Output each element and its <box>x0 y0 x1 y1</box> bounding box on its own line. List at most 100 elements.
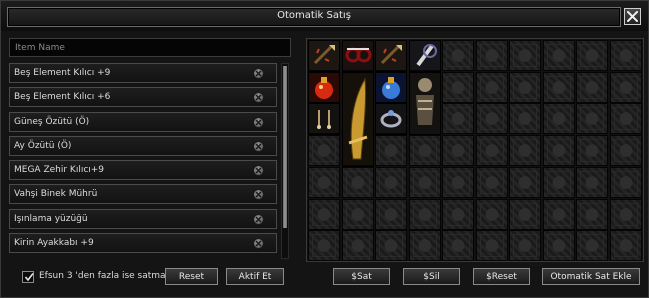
earrings-icon[interactable] <box>308 103 340 136</box>
inventory-slot[interactable] <box>542 198 575 230</box>
ring-icon <box>376 104 406 134</box>
inventory-slot[interactable] <box>576 40 608 71</box>
inventory-slot[interactable] <box>475 103 508 135</box>
remove-item-button[interactable] <box>253 238 264 249</box>
inventory-slot[interactable] <box>509 166 541 198</box>
list-item[interactable]: MEGA Zehir Kılıcı+9 <box>9 160 277 180</box>
inventory-slot[interactable] <box>509 198 541 230</box>
list-item[interactable]: Beş Element Kılıcı +9 <box>9 63 277 83</box>
remove-item-button[interactable] <box>253 68 264 79</box>
inventory-slot[interactable] <box>442 40 474 71</box>
inventory-slot[interactable] <box>609 230 642 262</box>
red-glasses-item-icon[interactable] <box>341 40 374 72</box>
inventory-slot[interactable] <box>475 198 508 230</box>
auto-sell-add-button[interactable]: Otomatik Sat Ekle <box>542 268 640 285</box>
inventory-slot[interactable] <box>408 135 441 167</box>
inventory-slot[interactable] <box>609 71 642 103</box>
inventory-slot[interactable] <box>375 230 407 262</box>
remove-item-button[interactable] <box>253 117 264 128</box>
inventory-slot[interactable] <box>308 230 340 262</box>
throwing-weapon-icon[interactable] <box>308 40 340 72</box>
inventory-slot[interactable] <box>576 71 608 103</box>
red-potion-icon[interactable] <box>308 71 340 104</box>
item-name-input[interactable] <box>15 43 275 53</box>
inventory-slot[interactable] <box>341 166 374 198</box>
inventory-slot[interactable] <box>576 230 608 262</box>
armored-warrior-icon[interactable] <box>408 71 441 136</box>
reset-button[interactable]: Reset <box>165 268 218 285</box>
inventory-slot[interactable] <box>408 198 441 230</box>
inventory-slot[interactable] <box>509 40 541 71</box>
inventory-slot[interactable] <box>609 166 642 198</box>
inventory-slot[interactable] <box>475 135 508 167</box>
bonus-filter-checkbox[interactable] <box>22 271 34 283</box>
activate-button[interactable]: Aktif Et <box>226 268 284 285</box>
inventory-slot[interactable] <box>308 166 340 198</box>
inventory-slot[interactable] <box>542 71 575 103</box>
inventory-slot[interactable] <box>442 198 474 230</box>
list-item[interactable]: Işınlama yüzüğü <box>9 209 277 229</box>
inventory-slot[interactable] <box>375 166 407 198</box>
list-item[interactable]: Ay Özütü (Ö) <box>9 136 277 156</box>
remove-item-button[interactable] <box>253 141 264 152</box>
inventory-slot[interactable] <box>609 198 642 230</box>
sell-button[interactable]: $Sat <box>333 268 390 285</box>
list-item[interactable]: Beş Element Kılıcı +6 <box>9 87 277 107</box>
inventory-slot[interactable] <box>375 135 407 167</box>
title-bar[interactable]: Otomatik Satış <box>1 1 648 31</box>
inventory-slot[interactable] <box>442 71 474 103</box>
inventory-slot[interactable] <box>475 71 508 103</box>
throwing-weapon-icon[interactable] <box>375 40 407 72</box>
remove-item-button[interactable] <box>253 165 264 176</box>
white-fang-item-icon[interactable] <box>408 40 441 72</box>
inventory-slot[interactable] <box>576 135 608 167</box>
inventory-slot[interactable] <box>442 135 474 167</box>
armored-warrior-icon <box>409 72 440 134</box>
inventory-slot[interactable] <box>442 103 474 135</box>
inventory-slot[interactable] <box>475 166 508 198</box>
inventory-slot[interactable] <box>442 166 474 198</box>
list-scrollbar[interactable] <box>281 63 289 259</box>
inventory-slot[interactable] <box>542 40 575 71</box>
inventory-slot[interactable] <box>609 103 642 135</box>
inventory-slot[interactable] <box>576 103 608 135</box>
list-item[interactable]: Güneş Özütü (Ö) <box>9 112 277 132</box>
inventory-slot[interactable] <box>509 135 541 167</box>
list-item[interactable]: Vahşi Binek Mührü <box>9 184 277 204</box>
golden-blade-icon[interactable] <box>341 71 374 167</box>
inventory-slot[interactable] <box>509 230 541 262</box>
ring-icon[interactable] <box>375 103 407 136</box>
inventory-slot[interactable] <box>542 135 575 167</box>
inventory-slot[interactable] <box>542 230 575 262</box>
remove-item-button[interactable] <box>253 92 264 103</box>
item-label: Beş Element Kılıcı +6 <box>14 92 111 102</box>
close-button[interactable] <box>624 8 641 25</box>
inventory-slot[interactable] <box>576 198 608 230</box>
inventory-slot[interactable] <box>542 166 575 198</box>
inventory-slot[interactable] <box>542 103 575 135</box>
inventory-slot[interactable] <box>576 166 608 198</box>
inventory-slot[interactable] <box>442 230 474 262</box>
delete-button[interactable]: $Sil <box>403 268 460 285</box>
list-item[interactable]: Kirin Ayakkabı +9 <box>9 233 277 253</box>
inventory-slot[interactable] <box>609 40 642 71</box>
inventory-slot[interactable] <box>408 230 441 262</box>
money-reset-button[interactable]: $Reset <box>473 268 530 285</box>
blue-potion-icon[interactable] <box>375 71 407 104</box>
item-name-search[interactable] <box>9 38 291 57</box>
inventory-slot[interactable] <box>341 230 374 262</box>
inventory-slot[interactable] <box>475 230 508 262</box>
inventory-slot[interactable] <box>341 198 374 230</box>
earrings-icon <box>309 104 339 134</box>
inventory-slot[interactable] <box>509 71 541 103</box>
inventory-slot[interactable] <box>509 103 541 135</box>
inventory-slot[interactable] <box>375 198 407 230</box>
inventory-slot[interactable] <box>609 135 642 167</box>
inventory-slot[interactable] <box>308 198 340 230</box>
remove-item-button[interactable] <box>253 214 264 225</box>
inventory-slot[interactable] <box>475 40 508 71</box>
scrollbar-thumb[interactable] <box>283 66 287 228</box>
remove-item-button[interactable] <box>253 189 264 200</box>
inventory-slot[interactable] <box>308 135 340 167</box>
inventory-slot[interactable] <box>408 166 441 198</box>
